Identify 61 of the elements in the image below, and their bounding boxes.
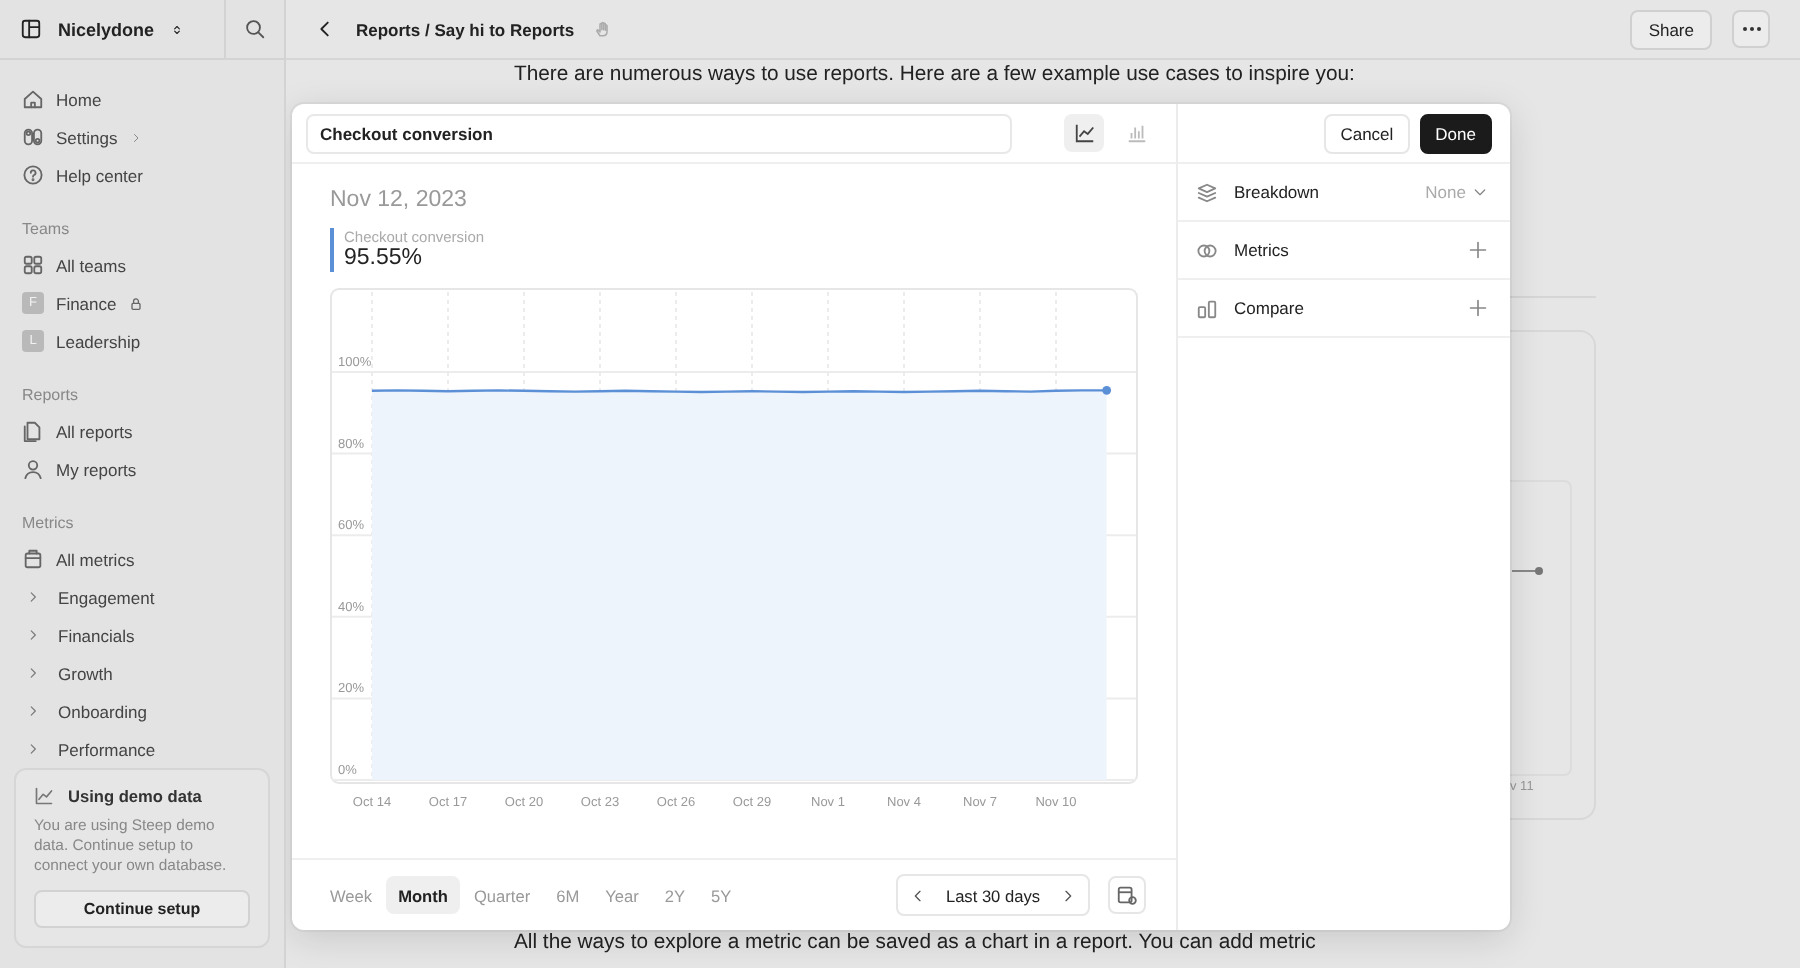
chevron-right-icon xyxy=(1060,887,1076,903)
calendar-settings-icon xyxy=(1116,884,1138,906)
sidebar-item[interactable]: All reports xyxy=(14,412,270,450)
sidebar-item[interactable]: All teams xyxy=(14,246,270,284)
home-icon xyxy=(22,88,44,110)
person-icon xyxy=(22,458,44,480)
layers-icon xyxy=(1196,181,1218,203)
cancel-button[interactable]: Cancel xyxy=(1324,113,1410,153)
section-heading: Reports xyxy=(20,383,81,408)
add-icon[interactable] xyxy=(1468,298,1488,318)
section-heading: Metrics xyxy=(20,511,76,535)
sidebar-item[interactable]: Performance xyxy=(14,730,270,768)
continue-setup-button[interactable]: Continue setup xyxy=(34,890,250,928)
sidebar-item[interactable]: All metrics xyxy=(14,540,270,578)
data-point xyxy=(1102,385,1112,395)
bars-icon xyxy=(1196,297,1218,319)
sidebar-item[interactable]: Home xyxy=(14,80,270,118)
sidebar-item[interactable]: Help center xyxy=(14,156,270,194)
circles-icon xyxy=(1196,239,1218,261)
up-down-chevron-icon xyxy=(170,21,185,37)
sidebar-item[interactable]: Onboarding xyxy=(14,692,270,730)
period-tab[interactable]: Month xyxy=(386,876,460,914)
documents-icon xyxy=(22,420,44,442)
settings-icon xyxy=(22,126,44,148)
line-chart-icon xyxy=(1073,122,1096,144)
more-icon xyxy=(1741,26,1761,32)
workspace-name[interactable]: Nicelydone xyxy=(58,19,155,39)
sidebar-item[interactable]: My reports xyxy=(14,450,270,488)
add-icon[interactable] xyxy=(1468,240,1488,260)
sidebar-item[interactable]: Settings xyxy=(14,118,270,156)
share-button[interactable]: Share xyxy=(1630,9,1712,49)
done-button[interactable]: Done xyxy=(1419,113,1492,153)
selected-date: Nov 12, 2023 xyxy=(330,188,469,216)
sidebar-item[interactable]: Engagement xyxy=(14,578,270,616)
waving-hand-icon xyxy=(594,20,613,38)
chevron-left-icon xyxy=(909,887,926,903)
metric-name-field[interactable]: Checkout conversion xyxy=(306,113,1013,153)
sidebar-item[interactable]: Growth xyxy=(14,654,270,692)
chevron-down-icon xyxy=(1472,184,1488,200)
workspace-icon xyxy=(20,18,42,40)
line-chart-button[interactable] xyxy=(1064,114,1105,152)
option-row[interactable]: Metrics xyxy=(1178,222,1510,280)
line-chart-drawing xyxy=(1512,566,1544,576)
bar-chart-icon xyxy=(1125,122,1148,144)
grid-icon xyxy=(22,254,44,276)
card-title: Using demo data xyxy=(68,786,202,806)
more-button[interactable] xyxy=(1732,10,1770,48)
option-row[interactable]: Compare xyxy=(1178,280,1510,338)
calendar-settings-button[interactable] xyxy=(1108,876,1146,914)
paragraph: There are numerous ways to use reports. Here are a few example use cases to inspire you: xyxy=(514,62,1355,90)
search-icon[interactable] xyxy=(244,18,266,40)
option-row[interactable]: Breakdown None xyxy=(1178,164,1510,222)
box-icon xyxy=(22,548,44,570)
help-icon xyxy=(22,164,44,186)
breadcrumb: Reports / Say hi to Reports xyxy=(356,19,575,39)
section-heading: Teams xyxy=(20,217,72,241)
metric-value: 95.55% xyxy=(344,246,425,272)
sidebar-item[interactable]: Financials xyxy=(14,616,270,654)
date-range-label: Last 30 days xyxy=(943,885,1042,905)
line-chart-icon xyxy=(34,786,54,806)
paragraph: All the ways to explore a metric can be saved as a chart in a report. You can add metric xyxy=(514,930,1316,958)
